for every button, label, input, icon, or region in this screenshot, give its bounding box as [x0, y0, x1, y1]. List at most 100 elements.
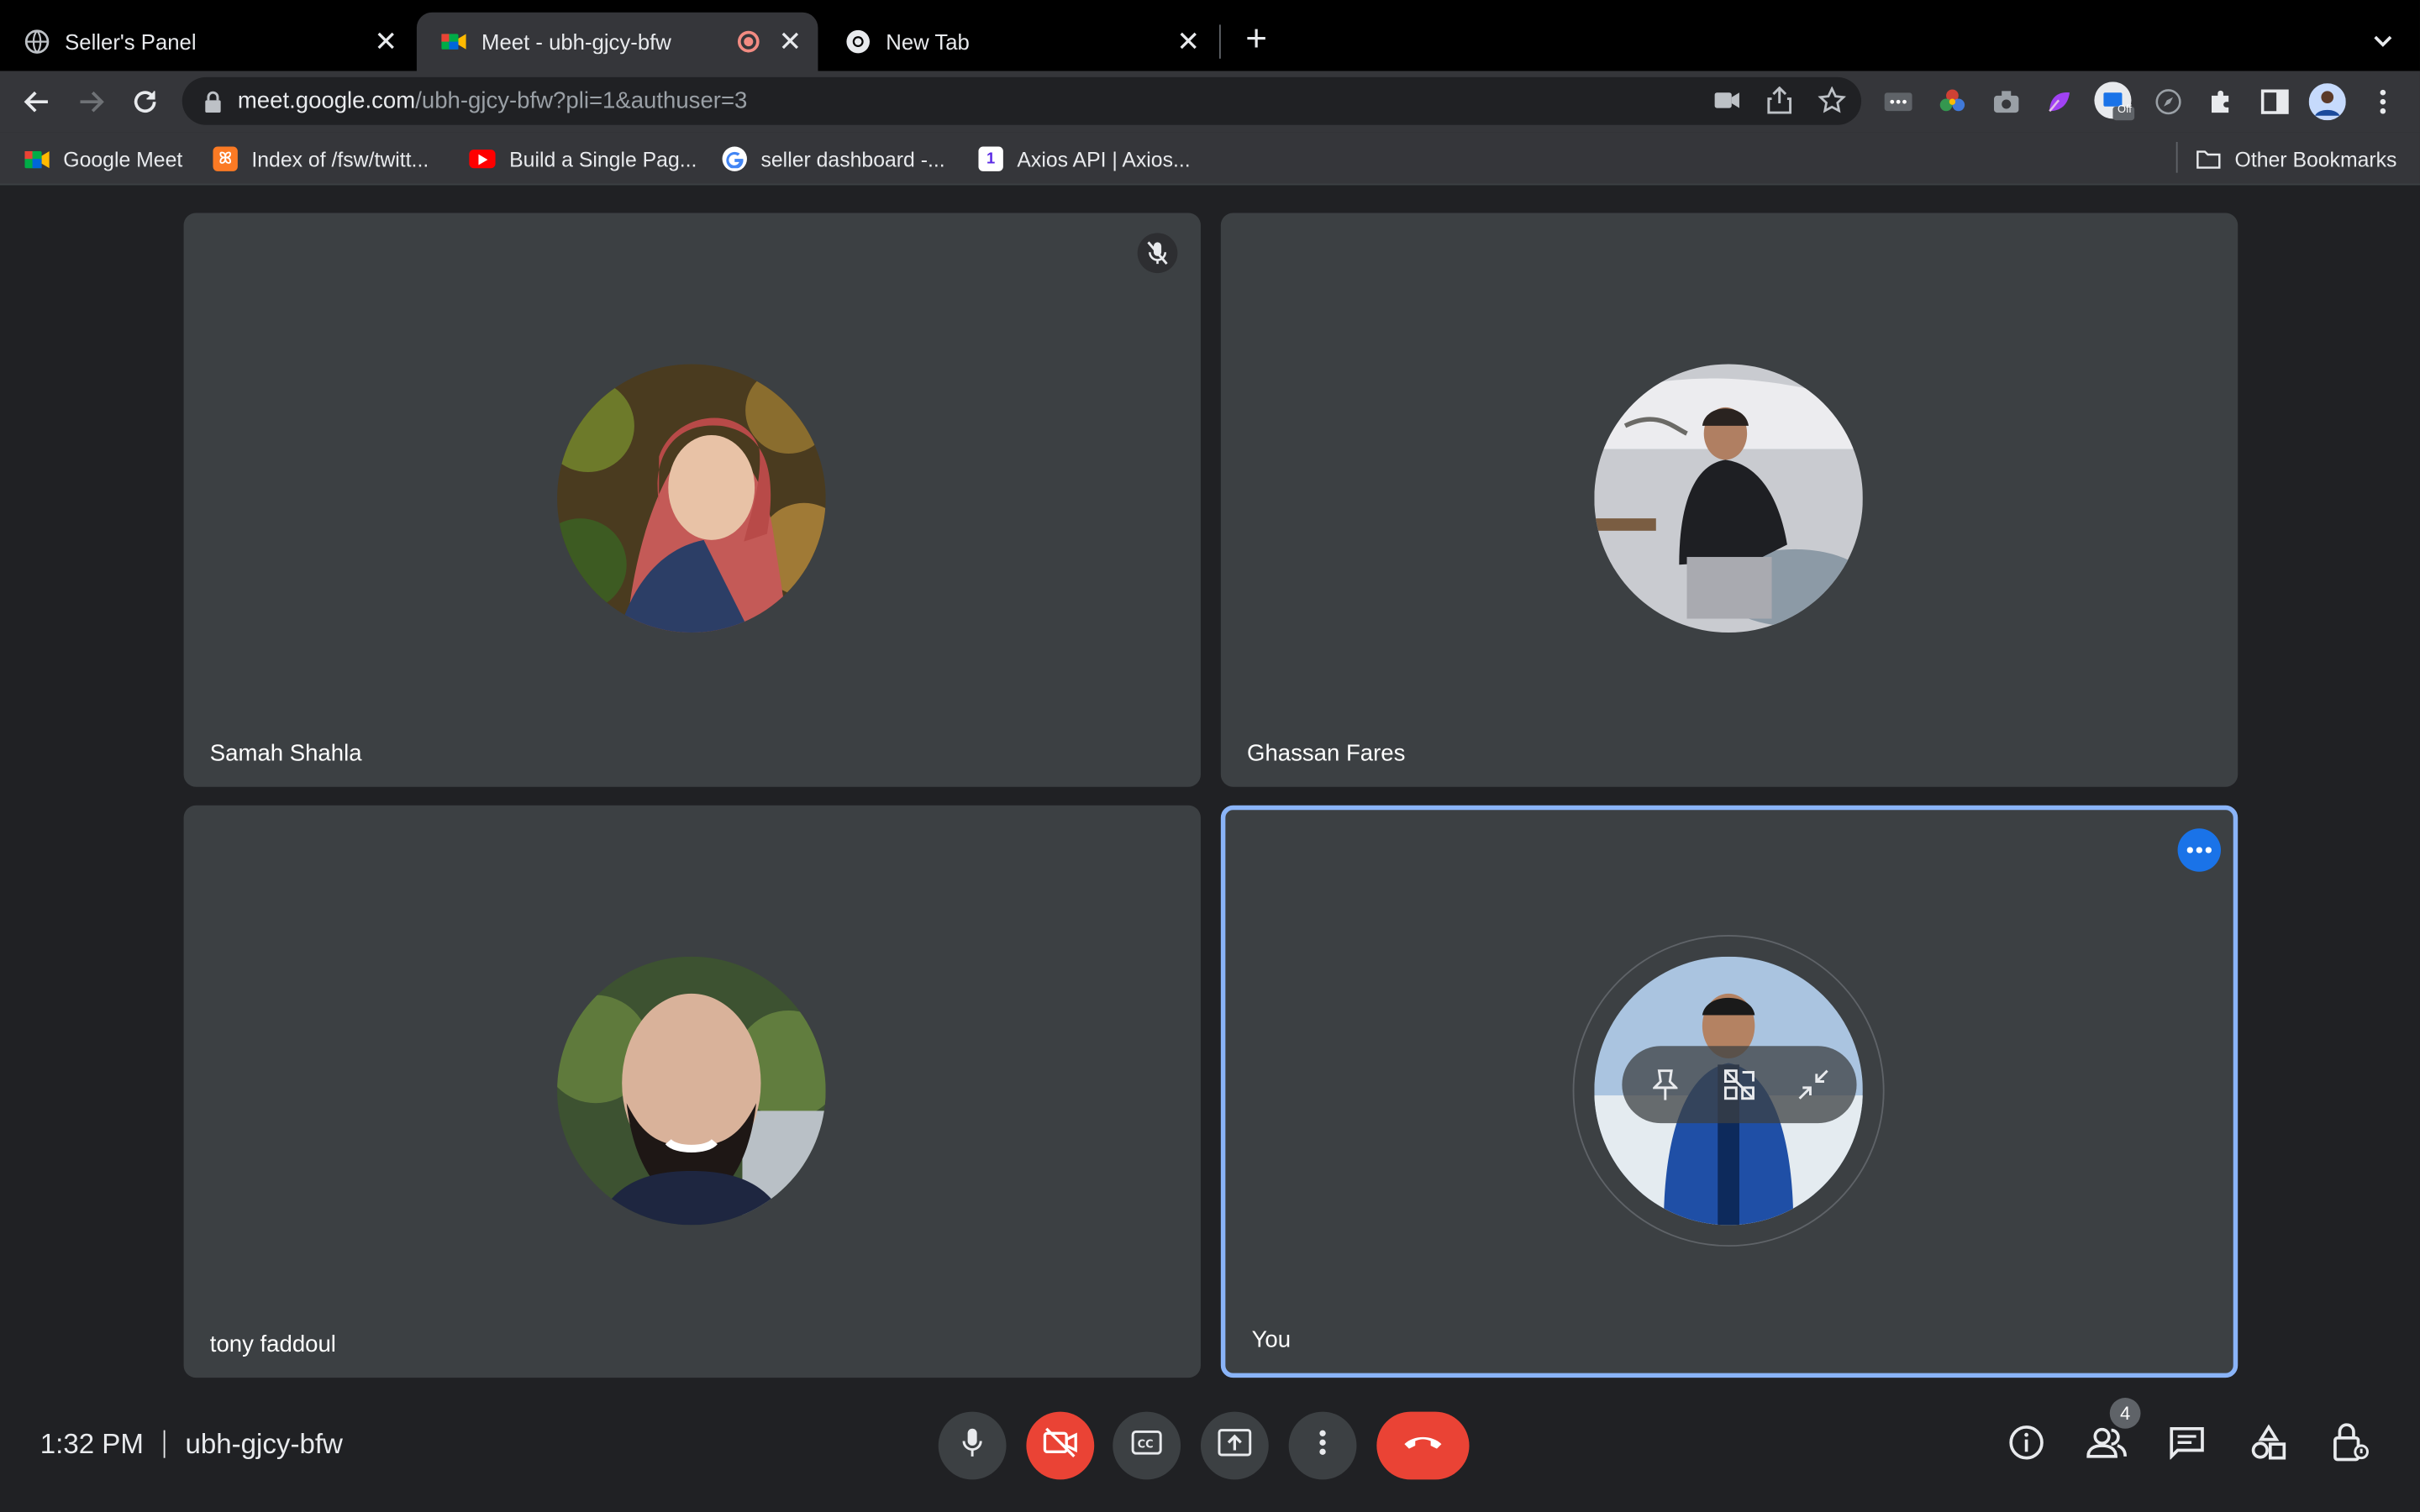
tab-strip: Seller's Panel ✕ Meet - ubh-gjcy-bfw ✕ N… — [0, 0, 2420, 71]
video-off-icon — [1042, 1426, 1079, 1465]
tab-separator — [1218, 24, 1221, 59]
microphone-button[interactable] — [938, 1411, 1007, 1480]
globe-icon — [24, 29, 50, 54]
remove-from-frame-icon[interactable] — [1712, 1057, 1767, 1112]
participant-name: Ghassan Fares — [1247, 740, 1406, 767]
tab-title: New Tab — [886, 29, 970, 55]
participant-tile[interactable]: tony faddoul — [183, 805, 1201, 1378]
activities-button[interactable] — [2243, 1420, 2295, 1472]
info-icon — [2008, 1423, 2045, 1467]
more-options-button[interactable] — [1288, 1411, 1357, 1480]
more-options-icon[interactable] — [2177, 828, 2222, 872]
avatar — [557, 364, 826, 633]
participant-tile[interactable]: Ghassan Fares — [1220, 213, 2238, 787]
tab-title: Meet - ubh-gjcy-bfw — [481, 29, 671, 55]
profile-avatar-icon[interactable] — [2308, 83, 2346, 121]
bookmark-seller-dashboard[interactable]: seller dashboard -... — [722, 145, 945, 173]
reload-icon[interactable] — [125, 81, 166, 122]
lock-icon[interactable] — [203, 90, 222, 113]
bookmark-axios[interactable]: 1 Axios API | Axios... — [978, 145, 1191, 173]
chevron-down-icon[interactable] — [2367, 24, 2398, 55]
url-path: /ubh-gjcy-bfw?pli=1&authuser=3 — [415, 87, 748, 114]
present-screen-icon — [1218, 1428, 1252, 1463]
url-text: meet.google.com/ubh-gjcy-bfw?pli=1&authu… — [238, 88, 748, 114]
pin-icon[interactable] — [1638, 1057, 1693, 1112]
minimize-icon[interactable] — [1786, 1057, 1841, 1112]
side-panel-icon[interactable] — [2256, 83, 2293, 120]
google-meet-icon — [441, 29, 466, 54]
participant-tile[interactable]: Samah Shahla — [183, 213, 1201, 787]
camera-off-button[interactable] — [1026, 1411, 1095, 1480]
axios-icon: 1 — [978, 146, 1003, 171]
new-tab-icon[interactable]: + — [1238, 21, 1275, 59]
bookmarks-separator — [2175, 141, 2178, 173]
meeting-details: 1:32 PM ubh-gjcy-bfw — [40, 1429, 343, 1462]
extensions-puzzle-icon[interactable] — [2202, 83, 2239, 120]
back-icon[interactable] — [17, 81, 57, 122]
more-vert-icon — [1318, 1428, 1328, 1463]
participant-name: You — [1251, 1326, 1292, 1353]
other-bookmarks-label: Other Bookmarks — [2234, 147, 2397, 171]
close-tab-icon[interactable]: ✕ — [1173, 25, 1204, 57]
bookmark-google-meet[interactable]: Google Meet — [24, 145, 182, 173]
muted-mic-icon — [1137, 233, 1178, 274]
divider — [163, 1430, 166, 1458]
color-picker-extension-icon[interactable] — [1933, 83, 1970, 120]
bookmark-label: Google Meet — [63, 147, 183, 171]
tile-hover-controls — [1622, 1046, 1857, 1124]
recording-indicator-icon — [737, 30, 760, 53]
meeting-code: ubh-gjcy-bfw — [185, 1428, 343, 1460]
avatar — [1594, 364, 1863, 633]
tab-sellers-panel[interactable]: Seller's Panel ✕ — [0, 13, 413, 71]
extension-dots-icon[interactable] — [1880, 83, 1917, 120]
self-participant-tile[interactable]: You — [1220, 805, 2238, 1378]
host-controls-lock-icon — [2332, 1422, 2369, 1470]
address-bar[interactable]: meet.google.com/ubh-gjcy-bfw?pli=1&authu… — [182, 76, 1862, 125]
bookmark-label: Axios API | Axios... — [1017, 147, 1191, 171]
meet-stage: Samah Shahla Ghassan Fares tony faddoul … — [0, 186, 2420, 1512]
google-icon — [722, 146, 747, 171]
leave-call-button[interactable] — [1376, 1411, 1470, 1480]
bookmark-build-spa[interactable]: Build a Single Pag... — [469, 145, 697, 173]
bookmark-star-icon[interactable] — [1818, 86, 1846, 114]
extension-badge: Off — [2117, 104, 2132, 116]
svg-text:CC: CC — [1138, 1438, 1154, 1451]
meeting-details-button[interactable] — [2000, 1420, 2052, 1472]
google-meet-icon — [24, 146, 50, 171]
youtube-icon — [469, 150, 496, 169]
bookmark-label: seller dashboard -... — [760, 147, 945, 171]
share-icon[interactable] — [1765, 86, 1793, 114]
compass-icon[interactable] — [2150, 83, 2187, 120]
tab-meet[interactable]: Meet - ubh-gjcy-bfw ✕ — [416, 12, 818, 71]
screenshot-camera-icon[interactable] — [1988, 83, 2025, 120]
hang-up-icon — [1403, 1431, 1444, 1459]
bookmark-index-fsw[interactable]: ꕤ Index of /fsw/twitt... — [213, 145, 429, 173]
tab-new-tab[interactable]: New Tab ✕ — [821, 13, 1216, 71]
xampp-icon: ꕤ — [213, 146, 238, 171]
microphone-icon — [961, 1426, 983, 1465]
chrome-icon — [846, 29, 871, 54]
chat-icon — [2169, 1425, 2206, 1467]
camera-in-use-icon[interactable] — [1713, 87, 1741, 114]
browser-menu-icon[interactable] — [2365, 83, 2402, 120]
participant-name: tony faddoul — [209, 1331, 336, 1358]
forward-icon[interactable] — [71, 81, 111, 122]
monitor-off-extension-icon[interactable]: Off — [2093, 81, 2136, 121]
bookmarks-bar: Google Meet ꕤ Index of /fsw/twitt... Bui… — [0, 132, 2420, 186]
bookmark-label: Build a Single Pag... — [509, 147, 697, 171]
activities-shapes-icon — [2250, 1423, 2287, 1467]
meeting-time: 1:32 PM — [39, 1428, 144, 1460]
people-icon — [2086, 1425, 2127, 1467]
host-controls-button[interactable] — [2324, 1420, 2376, 1472]
browser-toolbar: meet.google.com/ubh-gjcy-bfw?pli=1&authu… — [0, 71, 2420, 133]
avatar — [557, 956, 826, 1226]
tab-title: Seller's Panel — [65, 29, 197, 55]
close-tab-icon[interactable]: ✕ — [371, 25, 402, 57]
close-tab-icon[interactable]: ✕ — [775, 25, 806, 57]
present-screen-button[interactable] — [1200, 1411, 1269, 1480]
other-bookmarks[interactable]: Other Bookmarks — [2196, 145, 2397, 173]
purple-extension-icon[interactable] — [2040, 83, 2077, 120]
chat-button[interactable] — [2160, 1420, 2212, 1472]
people-count-badge: 4 — [2109, 1398, 2141, 1429]
captions-button[interactable]: CC — [1113, 1411, 1181, 1480]
